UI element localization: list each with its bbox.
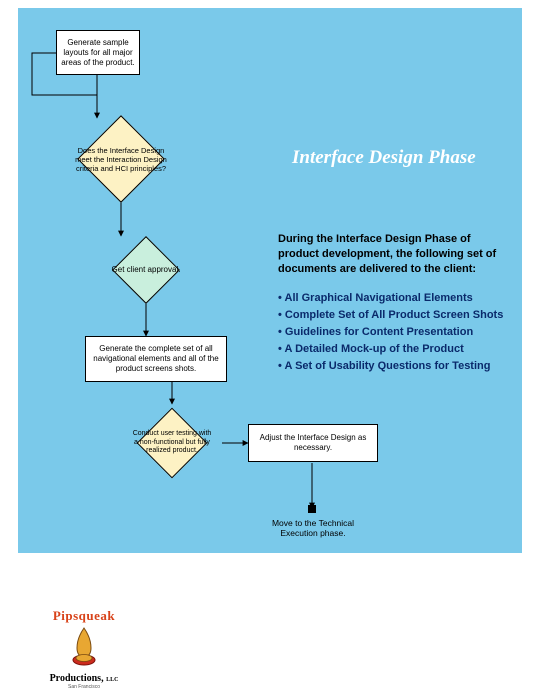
- decision-client-approval: Get client approval.: [88, 236, 204, 304]
- node-text: Generate sample layouts for all major ar…: [61, 38, 135, 68]
- deliverables-list: All Graphical Navigational Elements Comp…: [278, 290, 518, 375]
- decision-meets-criteria: Does the Interface Design meet the Inter…: [60, 118, 182, 200]
- logo-top-text: Pipsqueak: [44, 608, 124, 624]
- list-item: Complete Set of All Product Screen Shots: [278, 307, 518, 324]
- list-item: A Set of Usability Questions for Testing: [278, 358, 518, 375]
- node-text: Conduct user testing with a non-function…: [122, 404, 222, 482]
- node-text: Generate the complete set of all navigat…: [90, 344, 222, 374]
- list-item: A Detailed Mock-up of the Product: [278, 341, 518, 358]
- node-adjust-design: Adjust the Interface Design as necessary…: [248, 424, 378, 462]
- page-title: Interface Design Phase: [292, 147, 476, 169]
- node-text: Adjust the Interface Design as necessary…: [253, 433, 373, 453]
- node-text: Does the Interface Design meet the Inter…: [60, 118, 182, 200]
- list-item: All Graphical Navigational Elements: [278, 290, 518, 307]
- decision-user-testing: Conduct user testing with a non-function…: [122, 404, 222, 482]
- logo-tagline: San Francisco: [44, 684, 124, 690]
- intro-text: During the Interface Design Phase of pro…: [278, 232, 510, 277]
- logo: Pipsqueak Productions, LLC San Francisco: [44, 608, 124, 690]
- node-generate-sample-layouts: Generate sample layouts for all major ar…: [56, 30, 140, 75]
- node-generate-complete-set: Generate the complete set of all navigat…: [85, 336, 227, 382]
- node-move-to-technical: Move to the Technical Execution phase.: [268, 518, 358, 538]
- list-item: Guidelines for Content Presentation: [278, 324, 518, 341]
- logo-bottom-text: Productions, LLC: [44, 673, 124, 684]
- node-text: Move to the Technical Execution phase.: [272, 518, 354, 538]
- horn-icon: [67, 626, 101, 666]
- node-text: Get client approval.: [88, 236, 204, 304]
